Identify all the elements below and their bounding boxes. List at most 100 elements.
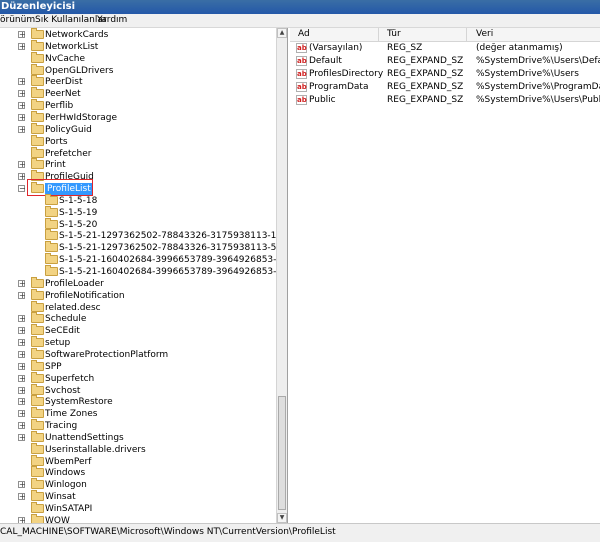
expand-icon[interactable]: + xyxy=(18,387,26,395)
expand-icon[interactable]: + xyxy=(18,173,26,181)
folder-icon xyxy=(31,135,44,146)
value-row[interactable]: ab Default REG_EXPAND_SZ %SystemDrive%\User… xyxy=(290,55,600,68)
values-column-header: Ad Tür Veri xyxy=(290,28,600,42)
folder-icon xyxy=(31,64,44,75)
tree-key-label: SystemRestore xyxy=(45,397,113,407)
tree-key-label: SPP xyxy=(45,362,62,372)
folder-icon xyxy=(31,99,44,110)
values-pane[interactable]: Ad Tür Veri ab (Varsayılan) REG_SZ (değer a… xyxy=(290,28,600,523)
tree-key-label: SeCEdit xyxy=(45,326,80,336)
folder-icon xyxy=(31,87,44,98)
tree-key-label: PolicyGuid xyxy=(45,125,92,135)
tree-key-label: UnattendSettings xyxy=(45,433,124,443)
expand-icon[interactable]: + xyxy=(18,493,26,501)
expand-icon[interactable]: + xyxy=(18,375,26,383)
folder-icon xyxy=(31,312,44,323)
scroll-thumb[interactable] xyxy=(278,396,286,510)
tree-key-label: Winlogon xyxy=(45,480,87,490)
column-data-header[interactable]: Veri xyxy=(476,29,493,39)
string-value-icon: ab xyxy=(296,69,307,79)
string-value-icon: ab xyxy=(296,95,307,105)
folder-icon xyxy=(31,478,44,489)
expand-icon[interactable]: + xyxy=(18,315,26,323)
expand-icon[interactable]: + xyxy=(18,78,26,86)
tree-key-label: S-1-5-19 xyxy=(59,208,98,218)
folder-icon xyxy=(31,324,44,335)
expand-icon[interactable]: + xyxy=(18,102,26,110)
expand-icon[interactable]: + xyxy=(18,43,26,51)
tree-key-label: S-1-5-21-160402684-3996653789-3964926853… xyxy=(59,267,288,277)
string-value-icon: ab xyxy=(296,56,307,66)
expand-icon[interactable]: + xyxy=(18,339,26,347)
menu-view[interactable]: örünüm xyxy=(0,14,35,27)
value-name: ProgramData xyxy=(309,82,369,92)
expand-icon[interactable]: + xyxy=(18,422,26,430)
value-name: Default xyxy=(309,56,342,66)
tree-key-label: ProfileNotification xyxy=(45,291,125,301)
expand-icon[interactable]: + xyxy=(18,126,26,134)
tree-key-label: NvCache xyxy=(45,54,86,64)
string-value-icon: ab xyxy=(296,82,307,92)
tree-key-label: PerHwIdStorage xyxy=(45,113,118,123)
tree-key-label: NetworkCards xyxy=(45,30,109,40)
expand-icon[interactable]: + xyxy=(18,280,26,288)
folder-icon xyxy=(31,348,44,359)
folder-icon xyxy=(31,466,44,477)
value-data: %SystemDrive%\Users xyxy=(476,69,579,79)
tree-key-label: S-1-5-21-1297362502-78843326-3175938113-… xyxy=(59,243,288,253)
value-type: REG_EXPAND_SZ xyxy=(387,95,464,105)
folder-icon xyxy=(31,301,44,312)
expand-icon[interactable]: + xyxy=(18,363,26,371)
tree-key-label: WOW xyxy=(45,516,70,523)
expand-icon[interactable]: + xyxy=(18,327,26,335)
tree-vertical-scrollbar[interactable]: ▲ ▼ xyxy=(276,28,287,523)
expand-icon[interactable]: + xyxy=(18,161,26,169)
column-type-header[interactable]: Tür xyxy=(387,29,401,39)
tree-key-label: Superfetch xyxy=(45,374,95,384)
expand-icon[interactable]: + xyxy=(18,398,26,406)
folder-icon xyxy=(45,229,58,240)
window-title: Düzenleyicisi xyxy=(0,0,600,14)
column-name-header[interactable]: Ad xyxy=(298,29,310,39)
expand-icon[interactable]: + xyxy=(18,90,26,98)
tree-key-label: Schedule xyxy=(45,314,87,324)
menu-help[interactable]: Yardım xyxy=(97,14,127,27)
folder-icon xyxy=(31,490,44,501)
tree-key-label: SoftwareProtectionPlatform xyxy=(45,350,169,360)
status-bar: CAL_MACHINE\SOFTWARE\Microsoft\Windows N… xyxy=(0,523,600,542)
folder-icon xyxy=(31,40,44,51)
expand-icon[interactable]: + xyxy=(18,434,26,442)
value-row[interactable]: ab ProgramData REG_EXPAND_SZ %SystemDrive%\… xyxy=(290,81,600,94)
folder-icon xyxy=(45,206,58,217)
value-row[interactable]: ab Public REG_EXPAND_SZ %SystemDrive%\Users… xyxy=(290,94,600,107)
scroll-up-button[interactable]: ▲ xyxy=(277,28,287,38)
folder-icon xyxy=(31,395,44,406)
value-data: (değer atanmamış) xyxy=(476,43,563,53)
scroll-down-button[interactable]: ▼ xyxy=(277,513,287,523)
value-type: REG_EXPAND_SZ xyxy=(387,56,464,66)
collapse-icon[interactable]: − xyxy=(18,185,26,193)
folder-icon xyxy=(45,194,58,205)
expand-icon[interactable]: + xyxy=(18,114,26,122)
tree-key-label: S-1-5-21-1297362502-78843326-3175938113-… xyxy=(59,231,288,241)
folder-icon xyxy=(31,455,44,466)
expand-icon[interactable]: + xyxy=(18,31,26,39)
tree-key-label: Time Zones xyxy=(45,409,98,419)
registry-tree[interactable]: + NetworkCards + NetworkList NvCache OpenGLDr… xyxy=(0,28,288,523)
value-data: %SystemDrive%\Users\Default xyxy=(476,56,600,66)
folder-icon xyxy=(31,277,44,288)
value-row[interactable]: ab (Varsayılan) REG_SZ (değer atanmamış) xyxy=(290,42,600,55)
menu-favorites[interactable]: Sık Kullanılanlar xyxy=(35,14,107,27)
folder-icon xyxy=(31,158,44,169)
folder-icon xyxy=(31,514,44,523)
folder-icon xyxy=(31,52,44,63)
tree-key-label: Tracing xyxy=(45,421,78,431)
expand-icon[interactable]: + xyxy=(18,410,26,418)
tree-key-label: Userinstallable.drivers xyxy=(45,445,146,455)
expand-icon[interactable]: + xyxy=(18,481,26,489)
folder-icon xyxy=(31,123,44,134)
value-row[interactable]: ab ProfilesDirectory REG_EXPAND_SZ %SystemD… xyxy=(290,68,600,81)
menu-bar: örünüm Sık Kullanılanlar Yardım xyxy=(0,14,600,28)
expand-icon[interactable]: + xyxy=(18,351,26,359)
expand-icon[interactable]: + xyxy=(18,292,26,300)
